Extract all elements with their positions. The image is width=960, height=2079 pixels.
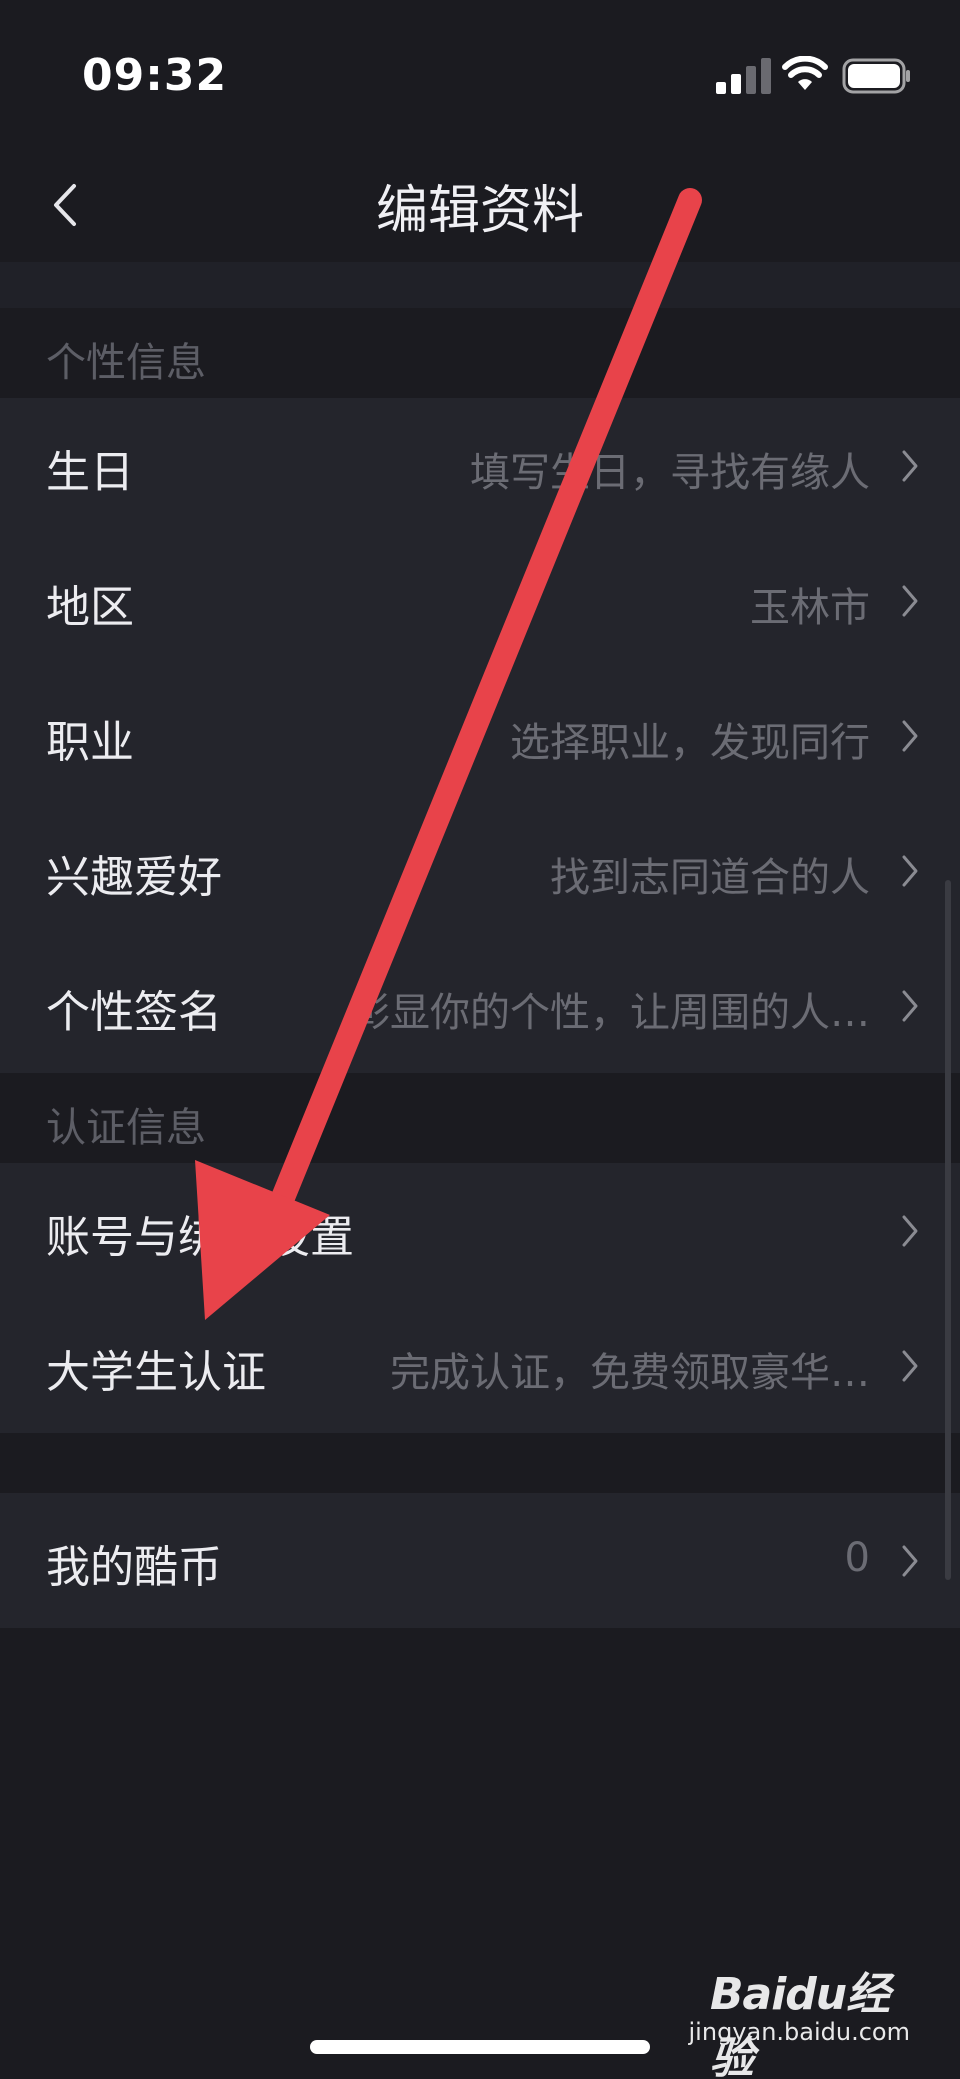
chevron-right-icon <box>902 1215 918 1247</box>
row-label: 个性签名 <box>46 987 222 1038</box>
nav-bar: 编辑资料 <box>0 150 960 262</box>
scroll-indicator <box>945 880 951 1580</box>
status-bar: 09:32 <box>0 0 960 150</box>
section-header-label: 认证信息 <box>46 1105 206 1151</box>
row-value: 找到志同道合的人 <box>550 855 870 901</box>
row-region[interactable]: 地区 玉林市 <box>0 533 960 668</box>
row-value: 彰显你的个性，让周围的人… <box>350 990 870 1036</box>
battery-icon <box>842 58 910 94</box>
row-label: 生日 <box>46 447 134 498</box>
row-hobbies[interactable]: 兴趣爱好 找到志同道合的人 <box>0 803 960 938</box>
edit-profile-screen: 09:32 编辑资料 个性信息 生日 填写生日，寻找有缘人 地区 玉林市 职业 … <box>0 0 960 2079</box>
section-header-personal: 个性信息 <box>0 308 960 398</box>
row-label: 大学生认证 <box>46 1347 266 1398</box>
row-student-verification[interactable]: 大学生认证 完成认证，免费领取豪华… <box>0 1298 960 1433</box>
row-label: 我的酷币 <box>46 1542 222 1593</box>
row-value: 选择职业，发现同行 <box>510 720 870 766</box>
chevron-right-icon <box>902 855 918 887</box>
row-occupation[interactable]: 职业 选择职业，发现同行 <box>0 668 960 803</box>
row-label: 职业 <box>46 717 134 768</box>
row-value: 填写生日，寻找有缘人 <box>470 450 870 496</box>
coins-list: 我的酷币 0 <box>0 1493 960 1628</box>
chevron-right-icon <box>902 450 918 482</box>
chevron-right-icon <box>902 990 918 1022</box>
chevron-right-icon <box>902 585 918 617</box>
row-signature[interactable]: 个性签名 彰显你的个性，让周围的人… <box>0 938 960 1073</box>
personal-info-list: 生日 填写生日，寻找有缘人 地区 玉林市 职业 选择职业，发现同行 兴趣爱好 找… <box>0 398 960 1073</box>
chevron-right-icon <box>902 1350 918 1382</box>
wifi-icon <box>782 56 828 90</box>
watermark-url: jingyan.baidu.com <box>688 2018 910 2046</box>
baidu-watermark: Baidu经验 jingyan.baidu.com <box>689 1958 910 2079</box>
status-time: 09:32 <box>82 50 228 101</box>
verification-list: 账号与绑定设置 大学生认证 完成认证，免费领取豪华… <box>0 1163 960 1433</box>
section-gap <box>0 1433 960 1493</box>
row-value: 玉林市 <box>750 585 870 631</box>
chevron-right-icon <box>902 1545 918 1577</box>
section-header-verification: 认证信息 <box>0 1073 960 1163</box>
page-title: 编辑资料 <box>375 181 584 241</box>
row-label: 地区 <box>46 582 134 633</box>
row-value: 0 <box>844 1535 870 1581</box>
row-birthday[interactable]: 生日 填写生日，寻找有缘人 <box>0 398 960 533</box>
chevron-right-icon <box>902 720 918 752</box>
row-label: 兴趣爱好 <box>46 852 222 903</box>
section-header-label: 个性信息 <box>46 340 206 386</box>
row-label: 账号与绑定设置 <box>46 1212 354 1263</box>
home-indicator[interactable] <box>310 2040 650 2054</box>
row-value: 完成认证，免费领取豪华… <box>390 1350 870 1396</box>
row-account-binding[interactable]: 账号与绑定设置 <box>0 1163 960 1298</box>
cellular-signal-icon <box>716 58 771 94</box>
row-my-coins[interactable]: 我的酷币 0 <box>0 1493 960 1628</box>
section-gap <box>0 262 960 308</box>
